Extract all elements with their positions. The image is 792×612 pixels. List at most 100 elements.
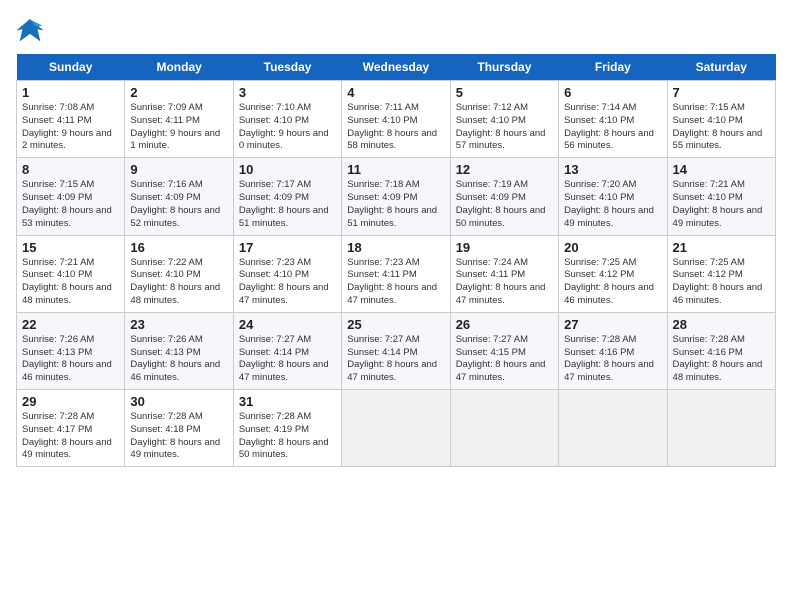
date-number: 23 [130, 317, 227, 332]
date-number: 15 [22, 240, 119, 255]
date-number: 19 [456, 240, 553, 255]
date-number: 10 [239, 162, 336, 177]
date-number: 12 [456, 162, 553, 177]
date-number: 1 [22, 85, 119, 100]
date-number: 6 [564, 85, 661, 100]
date-number: 31 [239, 394, 336, 409]
table-row: 3 Sunrise: 7:10 AMSunset: 4:10 PMDayligh… [233, 81, 341, 158]
table-row: 29 Sunrise: 7:28 AMSunset: 4:17 PMDaylig… [17, 390, 125, 467]
cell-info: Sunrise: 7:28 AMSunset: 4:19 PMDaylight:… [239, 411, 336, 462]
cell-info: Sunrise: 7:28 AMSunset: 4:16 PMDaylight:… [673, 334, 770, 385]
table-row: 6 Sunrise: 7:14 AMSunset: 4:10 PMDayligh… [559, 81, 667, 158]
cell-info: Sunrise: 7:26 AMSunset: 4:13 PMDaylight:… [130, 334, 227, 385]
cell-info: Sunrise: 7:28 AMSunset: 4:18 PMDaylight:… [130, 411, 227, 462]
table-row [450, 390, 558, 467]
logo-icon [16, 16, 44, 44]
cell-info: Sunrise: 7:27 AMSunset: 4:14 PMDaylight:… [239, 334, 336, 385]
table-row: 7 Sunrise: 7:15 AMSunset: 4:10 PMDayligh… [667, 81, 775, 158]
date-number: 4 [347, 85, 444, 100]
table-row: 14 Sunrise: 7:21 AMSunset: 4:10 PMDaylig… [667, 158, 775, 235]
cell-info: Sunrise: 7:22 AMSunset: 4:10 PMDaylight:… [130, 257, 227, 308]
cell-info: Sunrise: 7:27 AMSunset: 4:15 PMDaylight:… [456, 334, 553, 385]
cell-info: Sunrise: 7:25 AMSunset: 4:12 PMDaylight:… [564, 257, 661, 308]
cell-info: Sunrise: 7:27 AMSunset: 4:14 PMDaylight:… [347, 334, 444, 385]
cell-info: Sunrise: 7:15 AMSunset: 4:09 PMDaylight:… [22, 179, 119, 230]
cell-info: Sunrise: 7:15 AMSunset: 4:10 PMDaylight:… [673, 102, 770, 153]
table-row: 15 Sunrise: 7:21 AMSunset: 4:10 PMDaylig… [17, 235, 125, 312]
table-row: 25 Sunrise: 7:27 AMSunset: 4:14 PMDaylig… [342, 312, 450, 389]
day-header-wednesday: Wednesday [342, 54, 450, 81]
table-row: 10 Sunrise: 7:17 AMSunset: 4:09 PMDaylig… [233, 158, 341, 235]
date-number: 9 [130, 162, 227, 177]
cell-info: Sunrise: 7:17 AMSunset: 4:09 PMDaylight:… [239, 179, 336, 230]
date-number: 21 [673, 240, 770, 255]
table-row: 17 Sunrise: 7:23 AMSunset: 4:10 PMDaylig… [233, 235, 341, 312]
date-number: 27 [564, 317, 661, 332]
table-row: 18 Sunrise: 7:23 AMSunset: 4:11 PMDaylig… [342, 235, 450, 312]
cell-info: Sunrise: 7:12 AMSunset: 4:10 PMDaylight:… [456, 102, 553, 153]
table-row: 11 Sunrise: 7:18 AMSunset: 4:09 PMDaylig… [342, 158, 450, 235]
table-row: 19 Sunrise: 7:24 AMSunset: 4:11 PMDaylig… [450, 235, 558, 312]
table-row: 12 Sunrise: 7:19 AMSunset: 4:09 PMDaylig… [450, 158, 558, 235]
table-row: 21 Sunrise: 7:25 AMSunset: 4:12 PMDaylig… [667, 235, 775, 312]
date-number: 7 [673, 85, 770, 100]
day-header-thursday: Thursday [450, 54, 558, 81]
table-row: 31 Sunrise: 7:28 AMSunset: 4:19 PMDaylig… [233, 390, 341, 467]
date-number: 24 [239, 317, 336, 332]
date-number: 30 [130, 394, 227, 409]
table-row [667, 390, 775, 467]
date-number: 20 [564, 240, 661, 255]
table-row: 13 Sunrise: 7:20 AMSunset: 4:10 PMDaylig… [559, 158, 667, 235]
date-number: 17 [239, 240, 336, 255]
table-row: 26 Sunrise: 7:27 AMSunset: 4:15 PMDaylig… [450, 312, 558, 389]
table-row: 30 Sunrise: 7:28 AMSunset: 4:18 PMDaylig… [125, 390, 233, 467]
cell-info: Sunrise: 7:20 AMSunset: 4:10 PMDaylight:… [564, 179, 661, 230]
calendar-table: SundayMondayTuesdayWednesdayThursdayFrid… [16, 54, 776, 467]
cell-info: Sunrise: 7:16 AMSunset: 4:09 PMDaylight:… [130, 179, 227, 230]
table-row: 27 Sunrise: 7:28 AMSunset: 4:16 PMDaylig… [559, 312, 667, 389]
day-header-friday: Friday [559, 54, 667, 81]
date-number: 2 [130, 85, 227, 100]
date-number: 22 [22, 317, 119, 332]
date-number: 5 [456, 85, 553, 100]
table-row: 9 Sunrise: 7:16 AMSunset: 4:09 PMDayligh… [125, 158, 233, 235]
date-number: 28 [673, 317, 770, 332]
day-header-tuesday: Tuesday [233, 54, 341, 81]
table-row: 8 Sunrise: 7:15 AMSunset: 4:09 PMDayligh… [17, 158, 125, 235]
day-header-saturday: Saturday [667, 54, 775, 81]
logo [16, 16, 48, 44]
cell-info: Sunrise: 7:09 AMSunset: 4:11 PMDaylight:… [130, 102, 227, 153]
cell-info: Sunrise: 7:14 AMSunset: 4:10 PMDaylight:… [564, 102, 661, 153]
table-row: 20 Sunrise: 7:25 AMSunset: 4:12 PMDaylig… [559, 235, 667, 312]
date-number: 29 [22, 394, 119, 409]
date-number: 3 [239, 85, 336, 100]
date-number: 13 [564, 162, 661, 177]
table-row: 22 Sunrise: 7:26 AMSunset: 4:13 PMDaylig… [17, 312, 125, 389]
cell-info: Sunrise: 7:28 AMSunset: 4:17 PMDaylight:… [22, 411, 119, 462]
cell-info: Sunrise: 7:24 AMSunset: 4:11 PMDaylight:… [456, 257, 553, 308]
cell-info: Sunrise: 7:28 AMSunset: 4:16 PMDaylight:… [564, 334, 661, 385]
table-row [559, 390, 667, 467]
cell-info: Sunrise: 7:10 AMSunset: 4:10 PMDaylight:… [239, 102, 336, 153]
table-row: 16 Sunrise: 7:22 AMSunset: 4:10 PMDaylig… [125, 235, 233, 312]
day-header-monday: Monday [125, 54, 233, 81]
date-number: 25 [347, 317, 444, 332]
date-number: 18 [347, 240, 444, 255]
day-header-sunday: Sunday [17, 54, 125, 81]
date-number: 14 [673, 162, 770, 177]
cell-info: Sunrise: 7:08 AMSunset: 4:11 PMDaylight:… [22, 102, 119, 153]
header [16, 16, 776, 44]
date-number: 8 [22, 162, 119, 177]
cell-info: Sunrise: 7:26 AMSunset: 4:13 PMDaylight:… [22, 334, 119, 385]
table-row [342, 390, 450, 467]
cell-info: Sunrise: 7:23 AMSunset: 4:10 PMDaylight:… [239, 257, 336, 308]
table-row: 1 Sunrise: 7:08 AMSunset: 4:11 PMDayligh… [17, 81, 125, 158]
table-row: 28 Sunrise: 7:28 AMSunset: 4:16 PMDaylig… [667, 312, 775, 389]
cell-info: Sunrise: 7:21 AMSunset: 4:10 PMDaylight:… [673, 179, 770, 230]
cell-info: Sunrise: 7:19 AMSunset: 4:09 PMDaylight:… [456, 179, 553, 230]
table-row: 5 Sunrise: 7:12 AMSunset: 4:10 PMDayligh… [450, 81, 558, 158]
cell-info: Sunrise: 7:25 AMSunset: 4:12 PMDaylight:… [673, 257, 770, 308]
table-row: 4 Sunrise: 7:11 AMSunset: 4:10 PMDayligh… [342, 81, 450, 158]
table-row: 2 Sunrise: 7:09 AMSunset: 4:11 PMDayligh… [125, 81, 233, 158]
date-number: 11 [347, 162, 444, 177]
